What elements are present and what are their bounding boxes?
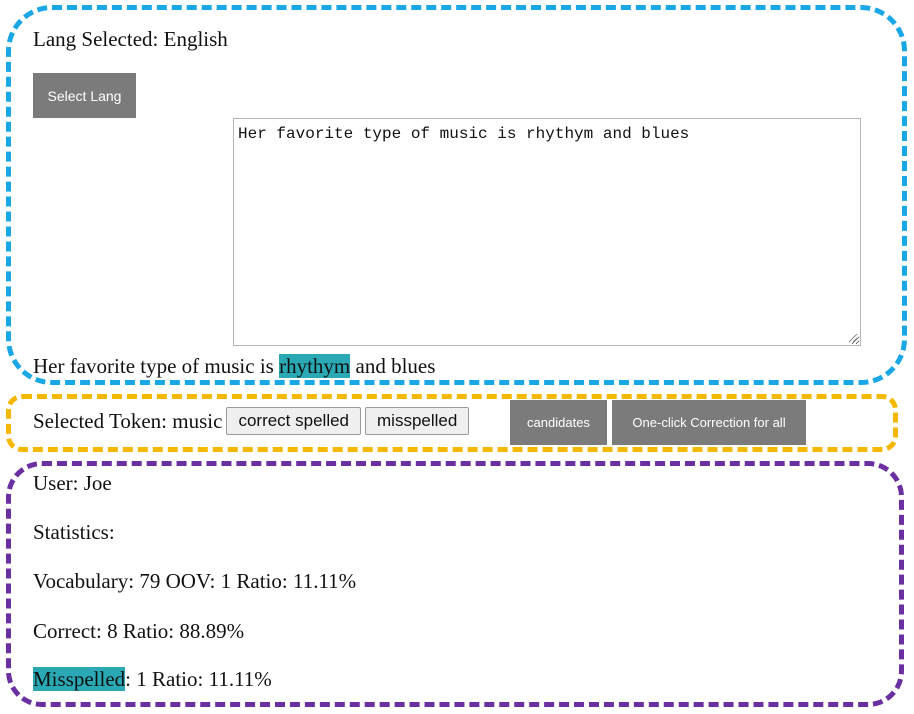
misspelled-ratio-label: Ratio: <box>152 667 204 691</box>
misspelled-button[interactable]: misspelled <box>365 407 470 436</box>
oov-label: OOV: <box>165 569 216 593</box>
selected-token-value: music <box>172 409 223 433</box>
one-click-correction-button[interactable]: One-click Correction for all <box>612 400 806 445</box>
misspelled-label: Misspelled <box>33 667 126 691</box>
statistics-heading: Statistics: <box>33 520 115 544</box>
user-row: User: Joe <box>33 470 112 496</box>
language-value: English <box>163 27 228 51</box>
oov-ratio-value: 11.11% <box>292 569 357 593</box>
flagged-token[interactable]: rhythym <box>279 354 351 378</box>
tokenized-sentence: Her favorite type of music is rhythym an… <box>33 353 435 379</box>
language-status: Lang Selected: English <box>33 26 228 52</box>
correct-spelled-button[interactable]: correct spelled <box>226 407 362 436</box>
language-label: Lang Selected: <box>33 27 159 51</box>
user-label: User: <box>33 471 79 495</box>
oov-ratio-label: Ratio: <box>236 569 288 593</box>
text-input[interactable]: Her favorite type of music is rhythym an… <box>233 118 861 346</box>
misspelled-value: 1 <box>136 667 147 691</box>
vocabulary-label: Vocabulary: <box>33 569 135 593</box>
correct-value: 8 <box>107 619 118 643</box>
select-lang-button[interactable]: Select Lang <box>33 73 136 118</box>
correct-label: Correct: <box>33 619 102 643</box>
token-text-before[interactable]: Her favorite type of music is <box>33 354 279 378</box>
correct-ratio-label: Ratio: <box>122 619 175 643</box>
misspelled-row: Misspelled: 1 Ratio: 11.11% <box>33 667 272 691</box>
candidates-button[interactable]: candidates <box>510 400 607 445</box>
misspelled-ratio-value: 11.11% <box>208 667 272 691</box>
oov-value: 1 <box>220 569 232 593</box>
vocabulary-row: Vocabulary: 79 OOV: 1 Ratio: 11.11% <box>33 568 356 594</box>
user-name: Joe <box>83 471 112 495</box>
selected-token-row: Selected Token: music correct spelled miss… <box>33 407 470 437</box>
correct-ratio-value: 88.89% <box>179 619 245 643</box>
vocabulary-value: 79 <box>139 569 161 593</box>
selected-token-label: Selected Token: <box>33 409 168 433</box>
correct-row: Correct: 8 Ratio: 88.89% <box>33 618 244 644</box>
resize-grip-icon[interactable] <box>848 333 858 343</box>
token-text-after[interactable]: and blues <box>350 354 436 378</box>
